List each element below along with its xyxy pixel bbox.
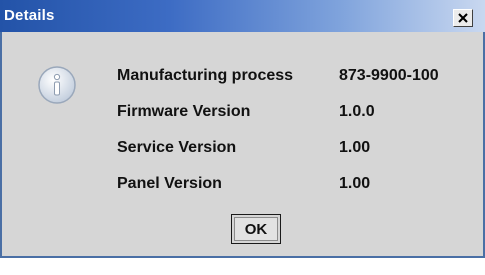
detail-label: Manufacturing process <box>117 67 294 84</box>
details-dialog: Details Manufacturing process 873-9900-1… <box>0 0 485 258</box>
close-icon <box>458 13 468 23</box>
ok-button-label: OK <box>234 217 278 241</box>
close-button[interactable] <box>453 9 473 27</box>
detail-value: 873-9900-100 <box>339 67 439 84</box>
detail-value: 1.00 <box>339 139 371 156</box>
info-icon <box>37 65 77 105</box>
detail-value: 1.00 <box>339 175 371 192</box>
title-bar[interactable]: Details <box>0 0 485 32</box>
detail-label: Panel Version <box>117 175 222 192</box>
detail-value: 1.0.0 <box>339 103 375 120</box>
detail-label: Firmware Version <box>117 103 251 120</box>
window-title: Details <box>4 7 55 24</box>
detail-label: Service Version <box>117 139 237 156</box>
ok-button[interactable]: OK <box>231 214 281 244</box>
